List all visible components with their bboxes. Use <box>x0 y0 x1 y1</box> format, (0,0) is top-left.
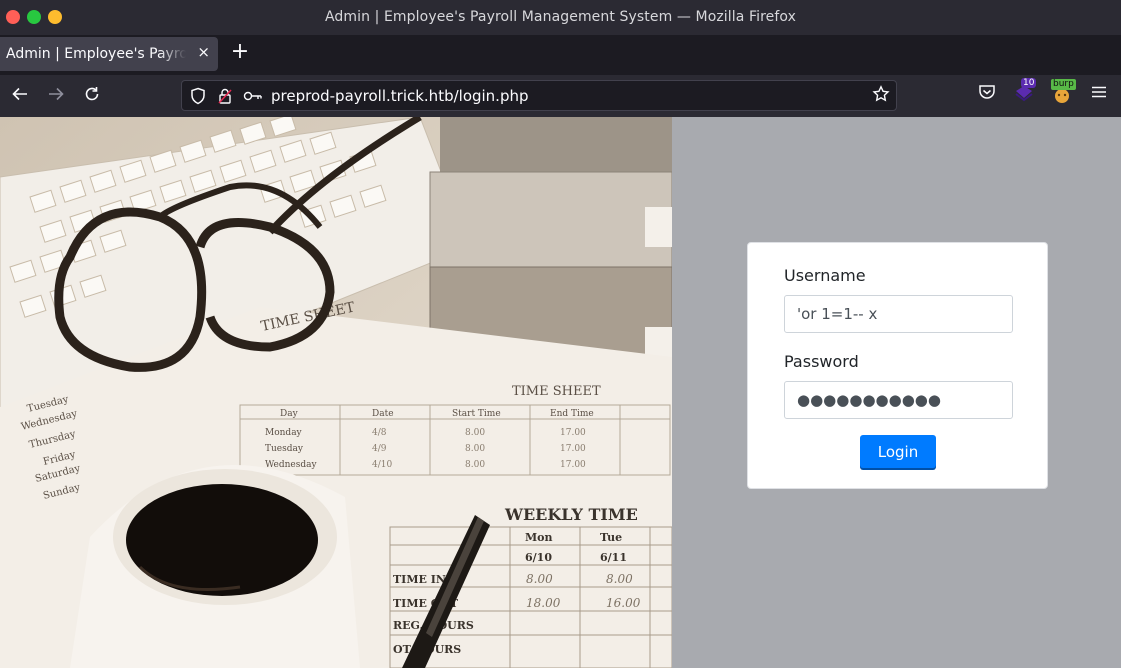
row-day: Wednesday <box>265 460 317 470</box>
pocket-icon[interactable] <box>978 83 996 105</box>
burp-extension-icon[interactable]: burp <box>1050 79 1076 109</box>
weekly-time-out: 16.00 <box>606 596 641 610</box>
url-text[interactable]: preprod-payroll.trick.htb/login.php <box>271 87 529 105</box>
extension-icon[interactable]: 10 <box>1013 78 1037 107</box>
extension-badge: 10 <box>1021 78 1037 88</box>
burp-label: burp <box>1051 79 1076 90</box>
tracking-protection-shield-icon[interactable] <box>190 87 206 109</box>
forward-arrow-icon <box>49 87 64 101</box>
weekly-date: 6/11 <box>600 551 627 564</box>
row-end: 17.00 <box>560 428 586 438</box>
row-end: 17.00 <box>560 460 586 470</box>
tab-bar: Admin | Employee's Payroll Management Sy… <box>0 35 1121 75</box>
row-date: 4/8 <box>372 428 387 438</box>
col-start: Start Time <box>452 409 501 419</box>
window-titlebar: Admin | Employee's Payroll Management Sy… <box>0 0 1121 35</box>
col-date: Date <box>372 409 394 419</box>
forward-button[interactable] <box>45 85 67 108</box>
row-start: 8.00 <box>465 444 485 454</box>
weekly-date: 6/10 <box>525 551 552 564</box>
row-date: 4/10 <box>372 460 392 470</box>
reload-button[interactable] <box>81 85 103 108</box>
window-title: Admin | Employee's Payroll Management Sy… <box>324 9 797 25</box>
close-tab-icon[interactable]: × <box>197 43 210 61</box>
weekly-time-in: 8.00 <box>606 572 633 586</box>
hamburger-menu-icon[interactable] <box>1090 83 1108 105</box>
row-start: 8.00 <box>465 428 485 438</box>
login-card: Username 'or 1=1-- x Password ●●●●●●●●●●… <box>747 242 1048 489</box>
hero-illustration: TIME SHEET TIME SHEET Day Date Start Tim… <box>0 117 672 668</box>
password-input[interactable]: ●●●●●●●●●●● <box>784 381 1013 419</box>
weekly-heading: WEEKLY TIME <box>504 505 638 524</box>
back-arrow-icon <box>12 87 27 101</box>
password-label: Password <box>784 352 859 371</box>
row-day: Tuesday <box>265 444 304 454</box>
login-button[interactable]: Login <box>860 435 936 468</box>
timesheet-heading-2: TIME SHEET <box>512 384 601 399</box>
new-tab-button[interactable]: + <box>230 39 250 64</box>
back-button[interactable] <box>9 85 31 108</box>
bookmark-star-icon[interactable] <box>872 85 890 108</box>
weekly-col-tue: Tue <box>600 531 622 544</box>
username-input[interactable]: 'or 1=1-- x <box>784 295 1013 333</box>
weekly-time-in: 8.00 <box>526 572 553 586</box>
row-date: 4/9 <box>372 444 387 454</box>
weekly-col-mon: Mon <box>525 531 553 544</box>
tab-admin-payroll[interactable]: Admin | Employee's Payroll Management Sy… <box>0 37 218 71</box>
row-end: 17.00 <box>560 444 586 454</box>
navigation-toolbar: preprod-payroll.trick.htb/login.php 10 b… <box>0 75 1121 117</box>
col-day: Day <box>280 409 299 419</box>
row-start: 8.00 <box>465 460 485 470</box>
col-end: End Time <box>550 409 594 419</box>
tab-label: Admin | Employee's Payroll Management Sy… <box>6 46 186 62</box>
permissions-key-icon[interactable] <box>243 87 263 109</box>
weekly-row-label: TIME IN <box>393 573 446 586</box>
username-label: Username <box>784 266 866 285</box>
hero-photo: TIME SHEET TIME SHEET Day Date Start Tim… <box>0 117 672 668</box>
weekly-time-out: 18.00 <box>526 596 561 610</box>
row-day: Monday <box>265 428 303 438</box>
insecure-lock-icon[interactable] <box>217 87 233 109</box>
reload-icon <box>85 87 99 101</box>
url-bar[interactable]: preprod-payroll.trick.htb/login.php <box>181 80 897 111</box>
